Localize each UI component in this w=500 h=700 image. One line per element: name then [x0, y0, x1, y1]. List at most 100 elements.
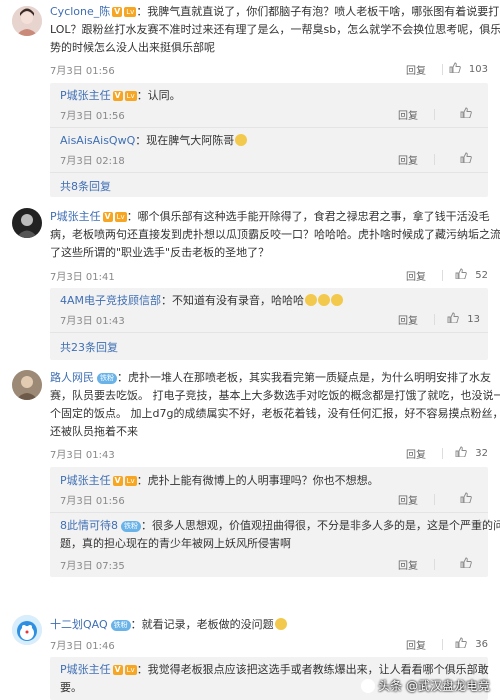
- reply-list: P城张主任 V Lv ：认同。 7月3日 01:56 回复 AisAisAisQwQ：…: [50, 83, 488, 197]
- comment-time: 7月3日 01:46: [50, 641, 115, 652]
- fan-badge: 铁粉: [110, 620, 131, 631]
- reply-button[interactable]: 回复: [398, 557, 418, 572]
- like-button[interactable]: 36: [455, 637, 488, 650]
- thumbs-up-icon: [460, 152, 472, 163]
- reply-username[interactable]: P城张主任: [60, 663, 111, 676]
- comment-text: 病，老板喷两句还直接发到虎扑想以瓜顶霸反咬一口？哈哈哈。虎扑啥时候成了藏污纳垢之…: [50, 228, 500, 241]
- reply-username[interactable]: 4AM电子竞技顾信部: [60, 294, 161, 307]
- level-badge-icon: Lv: [124, 7, 137, 17]
- divider: [442, 270, 443, 281]
- comment-text: ：哪个俱乐部有这种选手能开除得了，食君之禄忠君之事，拿了钱干活没毛: [126, 210, 490, 223]
- divider: [50, 127, 488, 128]
- watermark: 头条 @武汉盘龙电竞: [361, 677, 490, 694]
- comment-text: ：虎扑一堆人在那喷老板，其实我看完第一质疑点是，为什么明明安排了水友: [117, 371, 491, 384]
- more-replies-link[interactable]: 共8条回复: [60, 178, 111, 194]
- divider: [442, 448, 443, 459]
- thumbs-up-icon: [460, 107, 472, 118]
- reply-button[interactable]: 回复: [398, 312, 418, 327]
- comment-time: 7月3日 01:43: [50, 450, 115, 461]
- level-badge-icon: Lv: [114, 212, 127, 222]
- comment-time: 7月3日 01:41: [50, 272, 115, 283]
- reply-text: ：虎扑上能有微博上的人明事理吗？你也不想想。: [136, 474, 379, 487]
- level-badge-icon: Lv: [124, 665, 137, 675]
- verified-v-icon: V: [112, 476, 123, 486]
- reply-text: 题，真的担心现在的青少年被网上妖风所侵害啊: [60, 537, 291, 550]
- divider: [50, 512, 488, 513]
- like-button[interactable]: [460, 107, 480, 120]
- level-badge-icon: Lv: [124, 476, 137, 486]
- divider: [434, 154, 435, 165]
- toutiao-logo-icon: [361, 679, 376, 693]
- reply-time: 7月3日 01:56: [60, 496, 125, 507]
- reply-text: ：我觉得老板狠点应该把这选手或者教练爆出来，让人看看哪个俱乐部敢: [136, 663, 489, 676]
- reply-button[interactable]: 回复: [398, 107, 418, 122]
- like-button[interactable]: [460, 152, 480, 165]
- reply-username[interactable]: P城张主任: [60, 89, 111, 102]
- like-button[interactable]: 103: [449, 62, 488, 75]
- thumbs-up-icon: [447, 312, 460, 323]
- like-count: 13: [467, 314, 480, 325]
- fan-badge: 铁粉: [97, 373, 117, 384]
- reply-button[interactable]: 回复: [406, 268, 426, 283]
- reply-time: 7月3日 01:56: [60, 111, 125, 122]
- reply-text: ：认同。: [136, 89, 181, 102]
- divider: [50, 172, 488, 173]
- divider: [434, 559, 435, 570]
- reply-time: 7月3日 02:18: [60, 156, 125, 167]
- comment-text: 了这些所谓的"职业选手"反击老板的圣地了？: [50, 246, 270, 259]
- verified-v-icon: V: [112, 91, 123, 101]
- comment-text: 个固定的饭点。 加上d7g的成绩属实不好，老板花着钱，没有任何汇报，好不容易摸点…: [50, 407, 500, 420]
- reply-text: ：不知道有没有录音，哈哈哈: [161, 294, 305, 307]
- comment-text: ：就看记录，老板做的没问题: [130, 618, 274, 631]
- like-count: 52: [475, 270, 488, 281]
- thumbs-up-icon: [455, 446, 468, 457]
- thumbs-up-icon: [449, 62, 461, 73]
- reply-text: ：现在脾气大阿陈哥: [135, 134, 235, 147]
- avatar[interactable]: [12, 6, 42, 36]
- reply-username[interactable]: P城张主任: [60, 474, 111, 487]
- reply-button[interactable]: 回复: [398, 492, 418, 507]
- emoji-icon: [331, 294, 344, 306]
- like-count: 32: [475, 448, 488, 459]
- reply-button[interactable]: 回复: [398, 152, 418, 167]
- fan-badge: 铁粉: [121, 521, 141, 532]
- reply-list: P城张主任 V Lv ：虎扑上能有微博上的人明事理吗？你也不想想。 7月3日 01:5…: [50, 467, 500, 577]
- thumbs-up-icon: [460, 557, 472, 568]
- emoji-icon: [305, 294, 318, 306]
- avatar[interactable]: [12, 208, 42, 238]
- divider: [442, 639, 443, 650]
- reply-time: 7月3日 07:35: [60, 561, 125, 572]
- like-button[interactable]: [460, 492, 480, 505]
- emoji-icon: [318, 294, 331, 306]
- comment-text: 还被队员拖着不来: [50, 425, 138, 438]
- reply-time: 7月3日 01:43: [60, 316, 125, 327]
- verified-v-icon: V: [112, 7, 123, 17]
- like-button[interactable]: [460, 557, 480, 570]
- reply-button[interactable]: 回复: [406, 637, 426, 652]
- reply-button[interactable]: 回复: [406, 62, 426, 77]
- comment-username[interactable]: 十二划QAQ: [50, 618, 108, 631]
- verified-v-icon: V: [112, 665, 123, 675]
- comment-text: 势的时候怎么没人出来挺俱乐部呢: [50, 41, 215, 54]
- reply-username[interactable]: 8此情可待8: [60, 519, 118, 532]
- avatar[interactable]: [12, 370, 42, 400]
- comment-time: 7月3日 01:56: [50, 66, 115, 77]
- emoji-icon: [235, 134, 248, 146]
- more-replies-link[interactable]: 共23条回复: [60, 339, 118, 355]
- comment-username[interactable]: 路人网民: [50, 371, 94, 384]
- divider: [434, 109, 435, 120]
- verified-v-icon: V: [102, 212, 113, 222]
- reply-username[interactable]: AisAisAisQwQ: [60, 134, 135, 147]
- reply-text: ：很多人思想观，价值观扭曲得很，不分是非多人多的是，这是个严重的问: [141, 519, 500, 532]
- watermark-text: 头条 @武汉盘龙电竞: [378, 679, 490, 693]
- avatar[interactable]: [12, 615, 42, 645]
- like-count: 103: [468, 64, 488, 75]
- like-button[interactable]: 52: [455, 268, 488, 281]
- comment-username[interactable]: P城张主任: [50, 210, 101, 223]
- reply-button[interactable]: 回复: [406, 446, 426, 461]
- like-button[interactable]: 32: [455, 446, 488, 459]
- divider: [442, 64, 443, 75]
- comment-username[interactable]: Cyclone_陈: [50, 5, 110, 18]
- comment-text: LOL？跟粉丝打水友赛不准时过来还有理了是么，一帮臭sb，怎么就学不会换位思考呢…: [50, 23, 500, 36]
- like-button[interactable]: 13: [447, 312, 480, 325]
